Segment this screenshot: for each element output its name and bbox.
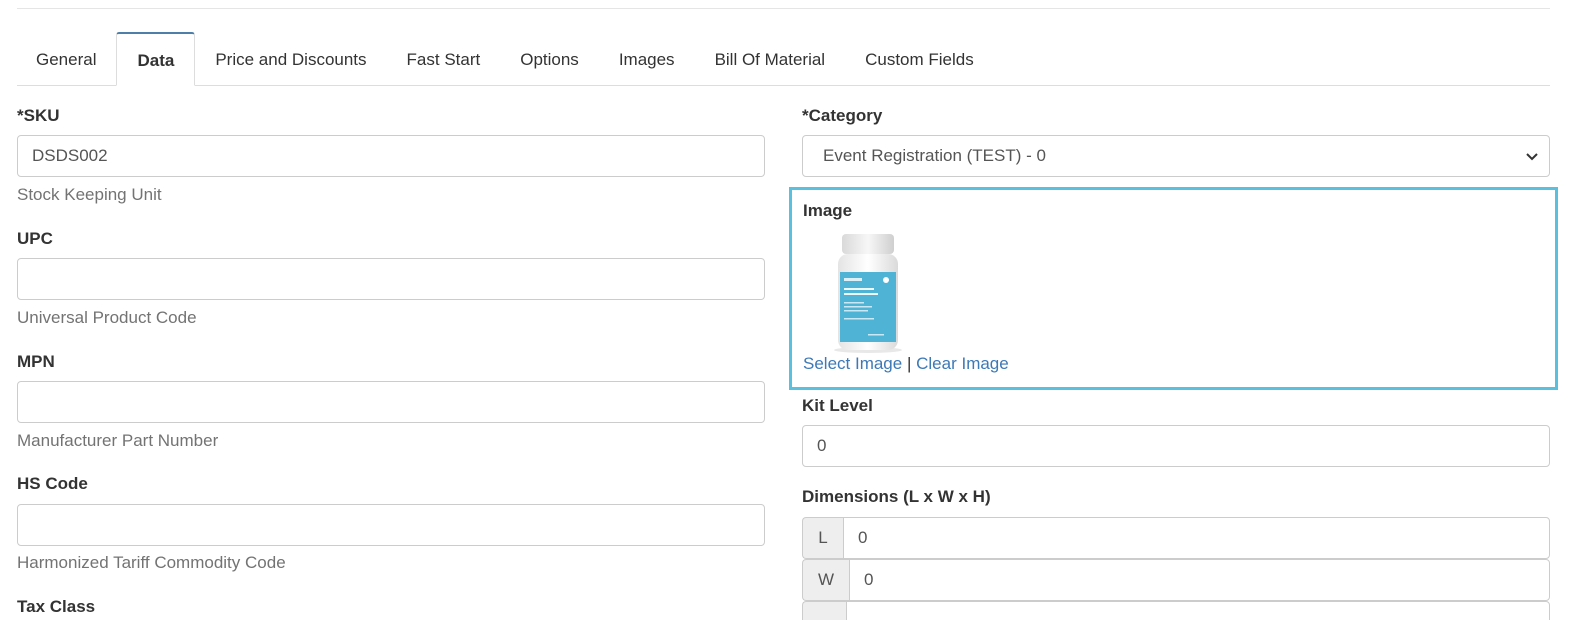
dimension-length-group: L — [802, 517, 1550, 559]
mpn-help-text: Manufacturer Part Number — [17, 431, 219, 450]
tab-fast-start[interactable]: Fast Start — [387, 33, 501, 85]
mpn-input[interactable] — [17, 381, 765, 423]
width-input[interactable] — [849, 559, 1550, 601]
hs-code-label: HS Code — [17, 474, 88, 493]
sku-help-text: Stock Keeping Unit — [17, 185, 162, 204]
height-input[interactable] — [846, 601, 1550, 620]
category-select[interactable]: Event Registration (TEST) - 0 — [802, 135, 1550, 177]
image-actions: Select Image | Clear Image — [803, 354, 1009, 374]
tab-price-and-discounts[interactable]: Price and Discounts — [195, 33, 386, 85]
select-image-link[interactable]: Select Image — [803, 354, 902, 373]
tax-class-label: Tax Class — [17, 597, 96, 616]
product-thumbnail — [834, 234, 902, 353]
image-label: Image — [803, 201, 853, 220]
chevron-down-icon — [1526, 153, 1538, 161]
tab-options[interactable]: Options — [500, 33, 599, 85]
upc-help-text: Universal Product Code — [17, 308, 197, 327]
image-field-highlight: Image Select Image | Clear Image — [789, 187, 1558, 390]
hs-code-help-text: Harmonized Tariff Commodity Code — [17, 553, 286, 572]
clear-image-link[interactable]: Clear Image — [916, 354, 1009, 373]
mpn-label: MPN — [17, 352, 55, 371]
sku-input[interactable] — [17, 135, 765, 177]
tab-data[interactable]: Data — [116, 32, 196, 86]
length-input[interactable] — [843, 517, 1550, 559]
hs-code-input[interactable] — [17, 504, 765, 546]
upc-input[interactable] — [17, 258, 765, 300]
tab-general[interactable]: General — [17, 33, 116, 85]
dimension-width-group: W — [802, 559, 1550, 601]
upc-label: UPC — [17, 229, 53, 248]
width-addon: W — [802, 559, 849, 601]
length-addon: L — [802, 517, 843, 559]
sku-label: *SKU — [17, 106, 60, 125]
tab-bill-of-material[interactable]: Bill Of Material — [695, 33, 846, 85]
tab-images[interactable]: Images — [599, 33, 695, 85]
image-links-separator: | — [906, 354, 912, 373]
kit-level-label: Kit Level — [802, 396, 873, 415]
product-edit-page: General Data Price and Discounts Fast St… — [0, 0, 1582, 620]
tab-custom-fields[interactable]: Custom Fields — [845, 33, 994, 85]
kit-level-input[interactable] — [802, 425, 1550, 467]
dimensions-label: Dimensions (L x W x H) — [802, 487, 991, 506]
category-selected-value: Event Registration (TEST) - 0 — [823, 146, 1046, 165]
category-label: *Category — [802, 106, 883, 125]
top-divider — [17, 8, 1550, 9]
tab-bar: General Data Price and Discounts Fast St… — [17, 32, 1550, 86]
height-addon — [802, 601, 846, 620]
dimension-height-group — [802, 601, 1550, 620]
